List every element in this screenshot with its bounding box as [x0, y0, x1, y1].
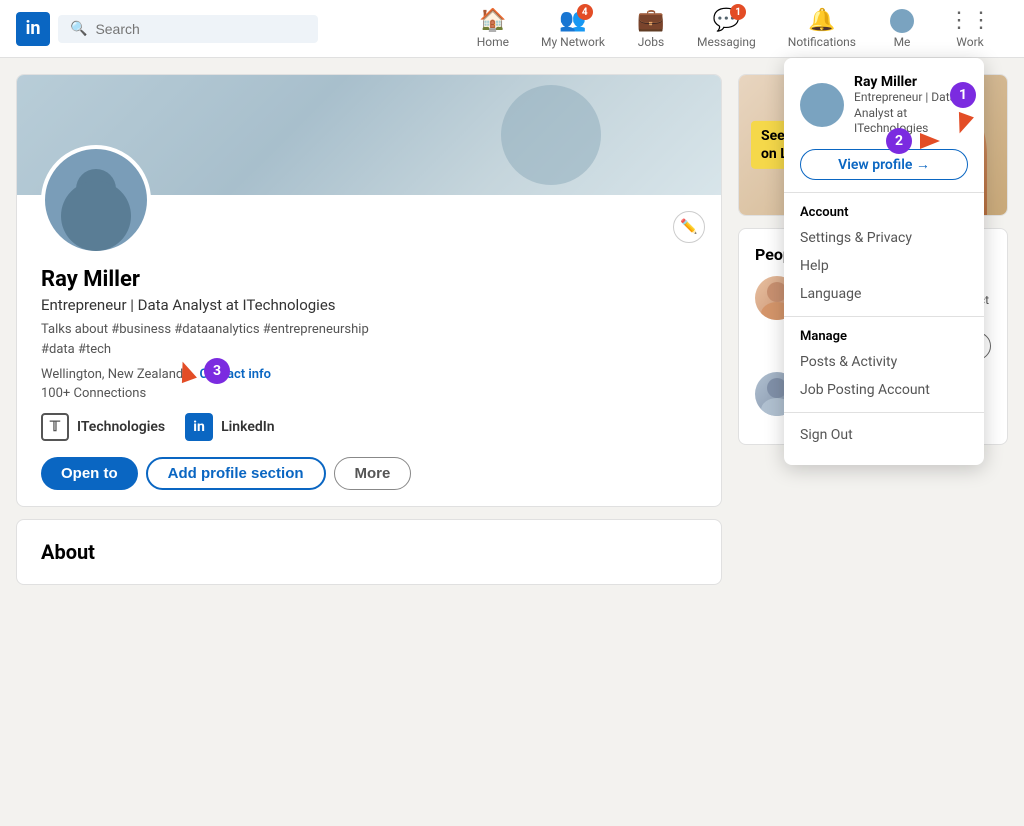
nav-me[interactable]: Me	[872, 0, 932, 58]
banner-decoration	[501, 85, 601, 185]
messaging-icon: 💬 1	[713, 8, 740, 33]
sign-out-item[interactable]: Sign Out	[784, 421, 984, 449]
posts-activity-item[interactable]: Posts & Activity	[784, 348, 984, 376]
nav-items: 🏠 Home 👥 4 My Network 💼 Jobs 💬 1 Messagi…	[461, 0, 1008, 58]
nav-jobs[interactable]: 💼 Jobs	[621, 0, 681, 58]
profile-avatar-wrap	[41, 145, 151, 255]
notifications-label: Notifications	[788, 35, 856, 49]
location-text: Wellington, New Zealand	[41, 367, 183, 382]
nav-work[interactable]: ⋮⋮ Work	[932, 0, 1008, 58]
search-bar[interactable]: 🔍	[58, 15, 318, 43]
profile-headline: Entrepreneur | Data Analyst at ITechnolo…	[41, 296, 697, 314]
view-profile-button[interactable]: View profile →	[800, 149, 968, 180]
account-section-title: Account	[784, 201, 984, 224]
more-button[interactable]: More	[334, 457, 412, 490]
me-label: Me	[894, 35, 911, 49]
dropdown-user-name: Ray Miller	[854, 74, 968, 90]
navbar: in 🔍 🏠 Home 👥 4 My Network 💼 Jobs 💬 1 Me…	[0, 0, 1024, 58]
home-label: Home	[477, 35, 509, 49]
linkedin-company-name: LinkedIn	[221, 419, 275, 435]
nav-notifications[interactable]: 🔔 Notifications	[772, 0, 872, 58]
nav-home[interactable]: 🏠 Home	[461, 0, 525, 58]
settings-privacy-item[interactable]: Settings & Privacy	[784, 224, 984, 252]
company-itechnologies[interactable]: 𝕋 ITechnologies	[41, 413, 165, 441]
profile-companies: 𝕋 ITechnologies in LinkedIn	[41, 413, 697, 441]
profile-actions: Open to Add profile section More	[41, 457, 697, 490]
about-title: About	[41, 540, 697, 564]
help-item[interactable]: Help	[784, 252, 984, 280]
dropdown-user-info: Ray Miller Entrepreneur | Data Analyst a…	[854, 74, 968, 137]
itechnologies-name: ITechnologies	[77, 419, 165, 435]
notifications-icon: 🔔	[808, 8, 835, 33]
profile-connections: 100+ Connections	[41, 386, 697, 401]
nav-messaging[interactable]: 💬 1 Messaging	[681, 0, 772, 58]
dropdown-divider-1	[784, 192, 984, 193]
nav-network[interactable]: 👥 4 My Network	[525, 0, 621, 58]
profile-avatar	[41, 145, 151, 255]
dropdown-header: Ray Miller Entrepreneur | Data Analyst a…	[784, 74, 984, 149]
add-profile-section-button[interactable]: Add profile section	[146, 457, 326, 490]
network-label: My Network	[541, 35, 605, 49]
me-dropdown: Ray Miller Entrepreneur | Data Analyst a…	[784, 58, 984, 465]
profile-card: ✏️ Ray Miller Entrepreneur | Data Analys…	[16, 74, 722, 507]
jobs-label: Jobs	[638, 35, 664, 49]
profile-hashtags: Talks about #business #dataanalytics #en…	[41, 320, 697, 359]
dropdown-avatar	[800, 83, 844, 127]
search-input[interactable]	[95, 21, 306, 37]
profile-location: Wellington, New Zealand · Contact info	[41, 367, 697, 382]
messaging-label: Messaging	[697, 35, 756, 49]
linkedin-logo[interactable]: in	[16, 12, 50, 46]
work-label: Work	[956, 35, 983, 49]
job-posting-item[interactable]: Job Posting Account	[784, 376, 984, 404]
dropdown-divider-3	[784, 412, 984, 413]
manage-section-title: Manage	[784, 325, 984, 348]
search-icon: 🔍	[70, 21, 87, 37]
company-linkedin[interactable]: in LinkedIn	[185, 413, 275, 441]
me-avatar	[890, 9, 914, 33]
home-icon: 🏠	[479, 8, 506, 33]
itechnologies-logo: 𝕋	[41, 413, 69, 441]
contact-info-link[interactable]: Contact info	[200, 367, 271, 382]
dropdown-user-subtitle: Entrepreneur | Data Analyst at ITechnolo…	[854, 90, 968, 137]
open-to-button[interactable]: Open to	[41, 457, 138, 490]
edit-profile-button[interactable]: ✏️	[673, 211, 705, 243]
left-panel: ✏️ Ray Miller Entrepreneur | Data Analys…	[16, 74, 722, 585]
network-badge: 4	[577, 4, 593, 20]
profile-info: Ray Miller Entrepreneur | Data Analyst a…	[17, 259, 721, 506]
work-icon: ⋮⋮	[948, 8, 992, 33]
linkedin-company-logo: in	[185, 413, 213, 441]
avatar-body	[61, 181, 131, 251]
messaging-badge: 1	[730, 4, 746, 20]
about-card: About	[16, 519, 722, 585]
dropdown-divider-2	[784, 316, 984, 317]
network-icon: 👥 4	[559, 8, 586, 33]
language-item[interactable]: Language	[784, 280, 984, 308]
profile-name: Ray Miller	[41, 267, 697, 292]
jobs-icon: 💼	[637, 8, 664, 33]
